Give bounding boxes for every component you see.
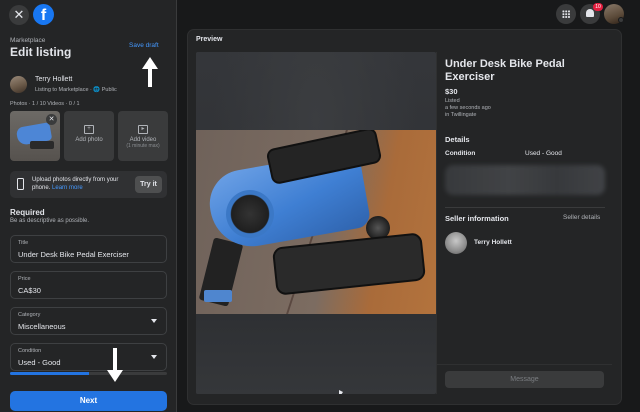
category-field-label: Category bbox=[18, 312, 41, 318]
title-field[interactable]: Title Under Desk Bike Pedal Exerciser bbox=[10, 235, 167, 263]
price-field-value[interactable]: CA$30 bbox=[18, 286, 41, 295]
facebook-logo-icon[interactable]: f bbox=[33, 4, 54, 25]
mouse-cursor-icon bbox=[339, 390, 343, 394]
try-it-button[interactable]: Try it bbox=[135, 176, 162, 193]
add-video-button[interactable]: ▸ Add video (1 minute max) bbox=[118, 111, 168, 161]
condition-field-label: Condition bbox=[18, 348, 42, 354]
listing-price: $30 bbox=[445, 87, 458, 96]
title-field-label: Title bbox=[18, 240, 29, 246]
category-select[interactable]: Category Miscellaneous bbox=[10, 307, 167, 335]
listing-time: a few seconds ago bbox=[445, 105, 491, 111]
add-photo-label: Add photo bbox=[75, 137, 103, 143]
required-subtitle: Be as descriptive as possible. bbox=[10, 218, 90, 224]
bell-icon bbox=[586, 9, 594, 17]
menu-button[interactable] bbox=[556, 4, 576, 24]
close-icon[interactable]: ✕ bbox=[9, 5, 29, 25]
listing-editor-sidebar: ✕ f Marketplace Edit listing Save draft … bbox=[0, 0, 177, 412]
add-photo-button[interactable]: + Add photo bbox=[64, 111, 114, 161]
listing-progress-bar bbox=[10, 372, 167, 375]
owner-audience: Listing to Marketplace · 🌐 Public bbox=[35, 87, 117, 93]
remove-photo-icon[interactable]: ✕ bbox=[46, 114, 57, 125]
annotation-arrow-down-icon bbox=[107, 348, 123, 382]
media-count: Photos · 1 / 10 Videos · 0 / 1 bbox=[10, 101, 80, 107]
add-photo-icon: + bbox=[84, 125, 94, 134]
message-button[interactable]: Message bbox=[445, 371, 604, 388]
listing-location: in Twillingate bbox=[445, 112, 477, 118]
photo-image bbox=[196, 130, 436, 314]
required-heading: Required bbox=[10, 208, 45, 217]
section-divider bbox=[445, 207, 605, 208]
bike-flywheel bbox=[226, 190, 274, 238]
listing-meta: Listed a few seconds ago in Twillingate bbox=[445, 98, 491, 119]
save-draft-button[interactable]: Save draft bbox=[129, 42, 159, 49]
details-heading: Details bbox=[445, 135, 470, 144]
learn-more-link[interactable]: Learn more bbox=[52, 185, 83, 191]
thumbnail-pedal-shape bbox=[30, 141, 54, 149]
preview-heading: Preview bbox=[196, 36, 223, 43]
owner-name: Terry Hollett bbox=[35, 76, 73, 83]
phone-upload-text: Upload photos directly from your phone. … bbox=[32, 177, 132, 192]
listing-photo bbox=[196, 52, 436, 394]
bike-foot bbox=[204, 290, 232, 302]
section-divider bbox=[437, 364, 612, 365]
seller-info-heading: Seller information bbox=[445, 214, 509, 223]
category-field-value: Miscellaneous bbox=[18, 322, 66, 331]
phone-icon bbox=[17, 178, 24, 190]
price-field-label: Price bbox=[18, 276, 31, 282]
condition-select[interactable]: Condition Used - Good bbox=[10, 343, 167, 371]
next-button[interactable]: Next bbox=[10, 391, 167, 411]
avatar bbox=[10, 76, 27, 93]
breadcrumb[interactable]: Marketplace bbox=[10, 37, 45, 44]
condition-field-value: Used - Good bbox=[18, 358, 61, 367]
progress-fill bbox=[10, 372, 89, 375]
condition-label: Condition bbox=[445, 150, 476, 157]
avatar bbox=[445, 232, 467, 254]
title-field-value[interactable]: Under Desk Bike Pedal Exerciser bbox=[18, 250, 129, 259]
photo-blurred-bottom bbox=[196, 314, 436, 394]
sidebar-header: ✕ f bbox=[0, 0, 176, 30]
price-field[interactable]: Price CA$30 bbox=[10, 271, 167, 299]
notification-count-badge: 10 bbox=[593, 3, 603, 11]
condition-value: Used - Good bbox=[525, 150, 562, 157]
add-video-limit: (1 minute max) bbox=[126, 143, 160, 149]
seller-name: Terry Hollett bbox=[474, 239, 512, 246]
account-menu-icon[interactable] bbox=[618, 17, 624, 23]
seller-details-link[interactable]: Seller details bbox=[563, 214, 600, 221]
phone-upload-banner: Upload photos directly from your phone. … bbox=[10, 171, 167, 198]
description-placeholder-blur bbox=[445, 165, 605, 195]
add-video-icon: ▸ bbox=[138, 125, 148, 134]
grid-menu-icon bbox=[562, 10, 570, 18]
listing-info: Under Desk Bike Pedal Exerciser $30 List… bbox=[436, 52, 612, 394]
bike-pedal-bottom bbox=[271, 232, 427, 296]
listing-preview-panel: Preview Under Desk Bike Pedal Exerciser … bbox=[188, 30, 621, 404]
listing-owner: Terry Hollett Listing to Marketplace · 🌐… bbox=[10, 74, 170, 96]
chevron-down-icon[interactable] bbox=[151, 355, 157, 359]
listing-title: Under Desk Bike Pedal Exerciser bbox=[445, 58, 565, 83]
page-title: Edit listing bbox=[10, 45, 72, 59]
chevron-down-icon[interactable] bbox=[151, 319, 157, 323]
listing-status: Listed bbox=[445, 98, 460, 104]
